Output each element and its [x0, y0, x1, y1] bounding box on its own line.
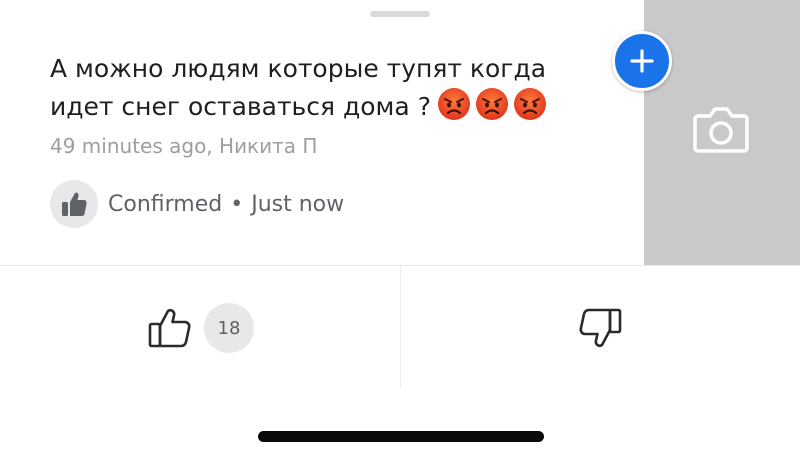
add-button[interactable] — [612, 31, 672, 91]
status-label: Confirmed — [108, 191, 223, 217]
upvote-count: 18 — [204, 303, 254, 353]
angry-face-icon — [437, 88, 470, 120]
thumbs-up-filled-icon — [62, 192, 87, 216]
status-separator: • — [230, 191, 244, 217]
thumbs-down-outline-icon[interactable] — [576, 304, 624, 352]
emoji-group — [437, 87, 547, 121]
sheet-grab-handle[interactable] — [370, 11, 430, 17]
thumbs-up-outline-icon[interactable] — [146, 304, 194, 352]
camera-icon[interactable] — [692, 104, 750, 154]
confirmed-badge — [50, 180, 98, 228]
home-indicator[interactable] — [258, 431, 544, 442]
plus-icon — [630, 49, 654, 73]
confirmed-status-row: Confirmed • Just now — [50, 180, 344, 228]
post-meta: 49 minutes ago, Никита П — [50, 134, 318, 158]
angry-face-icon — [475, 88, 508, 120]
post-text: А можно людям которые тупят когда идет с… — [50, 50, 610, 125]
angry-face-icon — [513, 88, 546, 120]
action-divider — [400, 266, 401, 388]
confirmed-text: Confirmed • Just now — [108, 192, 344, 217]
status-time: Just now — [251, 191, 345, 217]
